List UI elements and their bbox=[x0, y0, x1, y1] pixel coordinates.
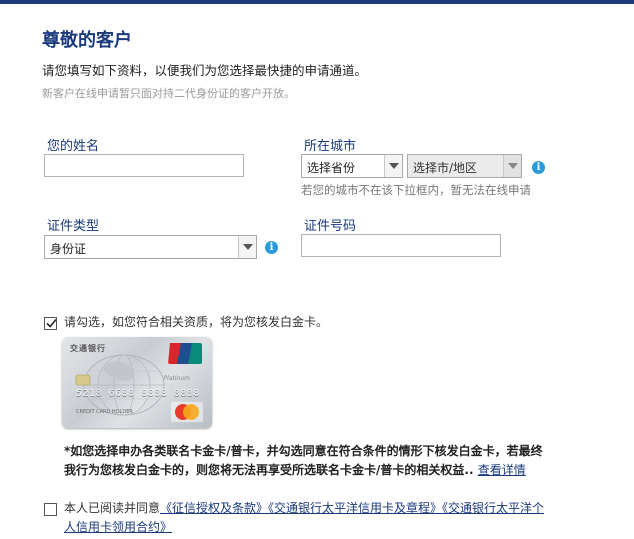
id-type-info-icon[interactable]: i bbox=[265, 241, 278, 254]
white-gold-note: *如您选择申办各类联名卡金卡/普卡，并勾选同意在符合条件的情形下核发白金卡，若最… bbox=[64, 442, 550, 480]
agreement-text: 本人已阅读并同意《征信授权及条款》《交通银行太平洋信用卡及章程》《交通银行太平洋… bbox=[64, 499, 554, 537]
check-icon bbox=[46, 318, 57, 328]
card-bank-name: 交通银行 bbox=[70, 344, 106, 353]
name-input[interactable] bbox=[44, 154, 244, 177]
card-holder: CREDIT CARD HOLDER bbox=[76, 409, 133, 415]
city-select[interactable]: 选择市/地区 bbox=[407, 154, 522, 178]
white-gold-note-text: *如您选择申办各类联名卡金卡/普卡，并勾选同意在符合条件的情形下核发白金卡，若最… bbox=[64, 444, 543, 477]
province-select[interactable]: 选择省份 bbox=[301, 154, 403, 178]
page-title: 尊敬的客户 bbox=[42, 30, 132, 51]
id-number-label: 证件号码 bbox=[304, 219, 357, 234]
chevron-down-icon bbox=[238, 236, 256, 258]
view-details-link[interactable]: 查看详情 bbox=[478, 463, 526, 477]
chevron-down-icon bbox=[503, 155, 521, 177]
eligibility-note: 新客户在线申请暂只面对持二代身份证的客户开放。 bbox=[42, 87, 295, 100]
unionpay-logo bbox=[168, 343, 202, 364]
city-hint: 若您的城市不在该下拉框内，暂无法在线申请 bbox=[301, 183, 531, 197]
intro-text: 请您填写如下资料，以便我们为您选择最快捷的申请通道。 bbox=[42, 63, 368, 78]
white-gold-label: 请勾选，如您符合相关资质，将为您核发白金卡。 bbox=[64, 315, 329, 329]
agreement-prefix: 本人已阅读并同意 bbox=[64, 501, 161, 515]
city-label: 所在城市 bbox=[304, 139, 357, 154]
chevron-down-icon bbox=[384, 155, 402, 177]
top-bar bbox=[0, 0, 634, 4]
id-type-select-value: 身份证 bbox=[50, 242, 87, 256]
card-tier-label: Platinum bbox=[163, 375, 190, 382]
id-type-label: 证件类型 bbox=[47, 219, 100, 234]
city-info-icon[interactable]: i bbox=[532, 161, 545, 174]
city-select-value: 选择市/地区 bbox=[413, 161, 478, 175]
name-label: 您的姓名 bbox=[47, 139, 100, 154]
id-type-select[interactable]: 身份证 bbox=[44, 235, 257, 259]
agreement-checkbox[interactable] bbox=[44, 503, 57, 516]
card-charter-link[interactable]: 《交通银行太平洋信用卡及章程》 bbox=[268, 501, 442, 515]
card-number: 5218 6688 8888 8888 bbox=[76, 388, 200, 399]
white-gold-checkbox[interactable] bbox=[44, 317, 57, 330]
mastercard-logo bbox=[171, 402, 203, 422]
credit-authorization-link[interactable]: 《征信授权及条款》 bbox=[160, 501, 268, 515]
id-number-input[interactable] bbox=[301, 234, 501, 257]
platinum-card-image: 交通银行 Platinum 5218 6688 8888 8888 CREDIT… bbox=[62, 337, 212, 428]
province-select-value: 选择省份 bbox=[307, 161, 356, 175]
